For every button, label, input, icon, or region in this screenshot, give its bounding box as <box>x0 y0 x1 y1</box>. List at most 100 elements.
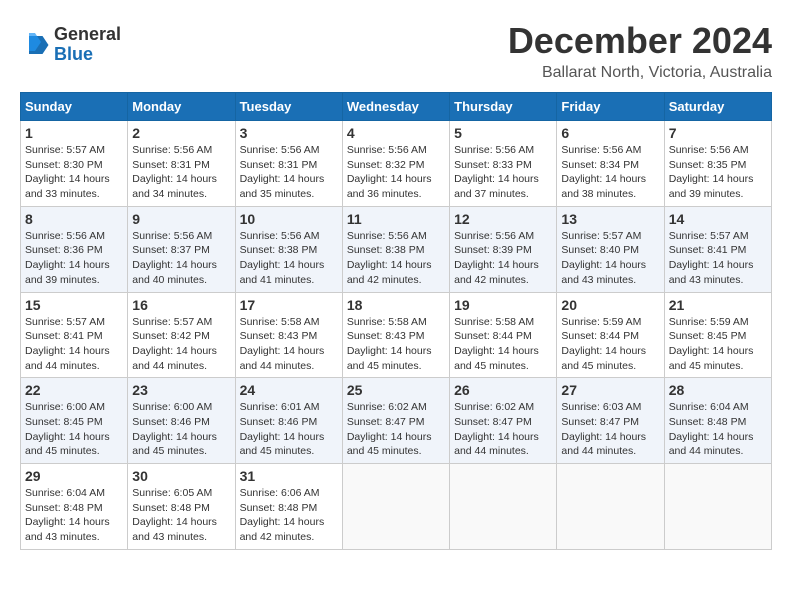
calendar-cell: 31Sunrise: 6:06 AMSunset: 8:48 PMDayligh… <box>235 464 342 550</box>
day-detail: Sunrise: 5:59 AMSunset: 8:45 PMDaylight:… <box>669 315 767 374</box>
calendar-cell: 15 Sunrise: 5:57 AMSunset: 8:41 PMDayligh… <box>21 292 128 378</box>
day-detail: Sunrise: 5:59 AMSunset: 8:44 PMDaylight:… <box>561 315 659 374</box>
calendar-cell: 8 Sunrise: 5:56 AMSunset: 8:36 PMDaylight… <box>21 206 128 292</box>
calendar-week-5: 29 Sunrise: 6:04 AMSunset: 8:48 PMDayligh… <box>21 464 772 550</box>
day-number: 19 <box>454 297 552 313</box>
calendar-week-4: 22 Sunrise: 6:00 AMSunset: 8:45 PMDayligh… <box>21 378 772 464</box>
day-detail: Sunrise: 5:56 AMSunset: 8:33 PMDaylight:… <box>454 143 552 202</box>
day-number: 31 <box>240 468 338 484</box>
day-number: 25 <box>347 382 445 398</box>
day-detail: Sunrise: 5:56 AMSunset: 8:36 PMDaylight:… <box>25 229 123 288</box>
header-monday: Monday <box>128 93 235 121</box>
calendar-cell: 17 Sunrise: 5:58 AMSunset: 8:43 PMDayligh… <box>235 292 342 378</box>
day-detail: Sunrise: 5:57 AMSunset: 8:42 PMDaylight:… <box>132 315 230 374</box>
calendar-cell: 30 Sunrise: 6:05 AMSunset: 8:48 PMDayligh… <box>128 464 235 550</box>
day-number: 29 <box>25 468 123 484</box>
header-saturday: Saturday <box>664 93 771 121</box>
day-detail: Sunrise: 6:00 AMSunset: 8:45 PMDaylight:… <box>25 400 123 459</box>
calendar-cell: 2 Sunrise: 5:56 AMSunset: 8:31 PMDaylight… <box>128 121 235 207</box>
calendar-cell: 1Sunrise: 5:57 AMSunset: 8:30 PMDaylight… <box>21 121 128 207</box>
title-area: December 2024 Ballarat North, Victoria, … <box>508 20 772 82</box>
day-number: 15 <box>25 297 123 313</box>
day-detail: Sunrise: 5:56 AMSunset: 8:31 PMDaylight:… <box>132 143 230 202</box>
day-detail: Sunrise: 5:58 AMSunset: 8:43 PMDaylight:… <box>347 315 445 374</box>
header-wednesday: Wednesday <box>342 93 449 121</box>
calendar-cell: 16 Sunrise: 5:57 AMSunset: 8:42 PMDayligh… <box>128 292 235 378</box>
day-detail: Sunrise: 5:56 AMSunset: 8:38 PMDaylight:… <box>347 229 445 288</box>
day-number: 20 <box>561 297 659 313</box>
day-number: 9 <box>132 211 230 227</box>
day-detail: Sunrise: 5:58 AMSunset: 8:44 PMDaylight:… <box>454 315 552 374</box>
day-number: 7 <box>669 125 767 141</box>
calendar-cell: 10 Sunrise: 5:56 AMSunset: 8:38 PMDayligh… <box>235 206 342 292</box>
calendar-cell: 9 Sunrise: 5:56 AMSunset: 8:37 PMDaylight… <box>128 206 235 292</box>
calendar-cell: 23 Sunrise: 6:00 AMSunset: 8:46 PMDayligh… <box>128 378 235 464</box>
day-number: 22 <box>25 382 123 398</box>
day-number: 30 <box>132 468 230 484</box>
day-number: 28 <box>669 382 767 398</box>
calendar-cell: 19 Sunrise: 5:58 AMSunset: 8:44 PMDayligh… <box>450 292 557 378</box>
calendar-table: Sunday Monday Tuesday Wednesday Thursday… <box>20 92 772 550</box>
day-number: 2 <box>132 125 230 141</box>
day-number: 23 <box>132 382 230 398</box>
day-detail: Sunrise: 5:56 AMSunset: 8:32 PMDaylight:… <box>347 143 445 202</box>
day-number: 13 <box>561 211 659 227</box>
day-number: 16 <box>132 297 230 313</box>
calendar-cell: 13 Sunrise: 5:57 AMSunset: 8:40 PMDayligh… <box>557 206 664 292</box>
day-detail: Sunrise: 6:01 AMSunset: 8:46 PMDaylight:… <box>240 400 338 459</box>
calendar-body: 1Sunrise: 5:57 AMSunset: 8:30 PMDaylight… <box>21 121 772 550</box>
day-number: 17 <box>240 297 338 313</box>
calendar-cell: 21Sunrise: 5:59 AMSunset: 8:45 PMDayligh… <box>664 292 771 378</box>
calendar-cell <box>664 464 771 550</box>
day-number: 26 <box>454 382 552 398</box>
logo-general-text: General <box>54 25 121 45</box>
day-number: 18 <box>347 297 445 313</box>
calendar-week-1: 1Sunrise: 5:57 AMSunset: 8:30 PMDaylight… <box>21 121 772 207</box>
day-number: 8 <box>25 211 123 227</box>
day-detail: Sunrise: 5:58 AMSunset: 8:43 PMDaylight:… <box>240 315 338 374</box>
header-thursday: Thursday <box>450 93 557 121</box>
day-detail: Sunrise: 6:05 AMSunset: 8:48 PMDaylight:… <box>132 486 230 545</box>
logo-blue-text: Blue <box>54 45 121 65</box>
day-detail: Sunrise: 5:57 AMSunset: 8:41 PMDaylight:… <box>25 315 123 374</box>
day-number: 14 <box>669 211 767 227</box>
day-number: 12 <box>454 211 552 227</box>
calendar-cell: 11 Sunrise: 5:56 AMSunset: 8:38 PMDayligh… <box>342 206 449 292</box>
calendar-cell: 27Sunrise: 6:03 AMSunset: 8:47 PMDayligh… <box>557 378 664 464</box>
header-row: Sunday Monday Tuesday Wednesday Thursday… <box>21 93 772 121</box>
day-detail: Sunrise: 5:57 AMSunset: 8:41 PMDaylight:… <box>669 229 767 288</box>
day-detail: Sunrise: 5:57 AMSunset: 8:40 PMDaylight:… <box>561 229 659 288</box>
logo-icon <box>20 30 50 60</box>
day-detail: Sunrise: 5:56 AMSunset: 8:34 PMDaylight:… <box>561 143 659 202</box>
calendar-cell: 5 Sunrise: 5:56 AMSunset: 8:33 PMDaylight… <box>450 121 557 207</box>
month-title: December 2024 <box>508 20 772 62</box>
day-detail: Sunrise: 6:00 AMSunset: 8:46 PMDaylight:… <box>132 400 230 459</box>
calendar-cell: 18 Sunrise: 5:58 AMSunset: 8:43 PMDayligh… <box>342 292 449 378</box>
calendar-cell: 14 Sunrise: 5:57 AMSunset: 8:41 PMDayligh… <box>664 206 771 292</box>
calendar-cell: 28 Sunrise: 6:04 AMSunset: 8:48 PMDayligh… <box>664 378 771 464</box>
day-number: 11 <box>347 211 445 227</box>
calendar-cell <box>557 464 664 550</box>
day-number: 1 <box>25 125 123 141</box>
calendar-cell: 12 Sunrise: 5:56 AMSunset: 8:39 PMDayligh… <box>450 206 557 292</box>
header-tuesday: Tuesday <box>235 93 342 121</box>
calendar-cell: 3Sunrise: 5:56 AMSunset: 8:31 PMDaylight… <box>235 121 342 207</box>
location-title: Ballarat North, Victoria, Australia <box>508 64 772 82</box>
day-detail: Sunrise: 6:04 AMSunset: 8:48 PMDaylight:… <box>669 400 767 459</box>
day-number: 5 <box>454 125 552 141</box>
header-sunday: Sunday <box>21 93 128 121</box>
calendar-week-3: 15 Sunrise: 5:57 AMSunset: 8:41 PMDayligh… <box>21 292 772 378</box>
day-detail: Sunrise: 6:04 AMSunset: 8:48 PMDaylight:… <box>25 486 123 545</box>
day-number: 10 <box>240 211 338 227</box>
day-number: 3 <box>240 125 338 141</box>
day-detail: Sunrise: 6:02 AMSunset: 8:47 PMDaylight:… <box>454 400 552 459</box>
day-number: 4 <box>347 125 445 141</box>
logo: General Blue <box>20 25 121 65</box>
day-detail: Sunrise: 5:56 AMSunset: 8:38 PMDaylight:… <box>240 229 338 288</box>
day-detail: Sunrise: 5:56 AMSunset: 8:39 PMDaylight:… <box>454 229 552 288</box>
calendar-cell: 29 Sunrise: 6:04 AMSunset: 8:48 PMDayligh… <box>21 464 128 550</box>
calendar-cell: 6Sunrise: 5:56 AMSunset: 8:34 PMDaylight… <box>557 121 664 207</box>
calendar-week-2: 8 Sunrise: 5:56 AMSunset: 8:36 PMDaylight… <box>21 206 772 292</box>
day-detail: Sunrise: 5:56 AMSunset: 8:37 PMDaylight:… <box>132 229 230 288</box>
header-friday: Friday <box>557 93 664 121</box>
